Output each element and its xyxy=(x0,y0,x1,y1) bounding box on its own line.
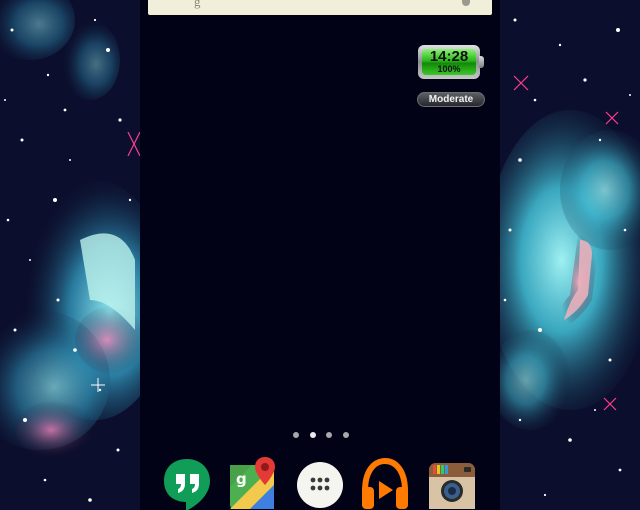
phone-home-screen: g 14:28 100% Moderate g xyxy=(140,0,500,510)
google-play-music-app-icon[interactable] xyxy=(360,457,410,510)
battery-clock-widget[interactable]: 14:28 100% xyxy=(418,45,484,79)
app-drawer-icon[interactable] xyxy=(295,457,345,510)
page-indicator xyxy=(293,432,349,438)
nebula-wallpaper-left-art xyxy=(0,0,140,510)
widget-time: 14:28 xyxy=(429,48,469,65)
page-indicator-dot[interactable] xyxy=(342,432,349,438)
nebula-wallpaper-right-art xyxy=(500,0,640,510)
hangouts-app-icon[interactable] xyxy=(162,457,212,510)
widget-battery-percent: 100% xyxy=(437,64,461,74)
moderate-mode-button[interactable]: Moderate xyxy=(417,92,485,107)
search-bar-partial-text: g xyxy=(194,0,201,9)
google-search-bar[interactable]: g xyxy=(148,0,492,15)
instagram-app-icon[interactable] xyxy=(427,457,477,510)
google-maps-app-icon[interactable]: g xyxy=(228,457,278,510)
svg-text:g: g xyxy=(236,470,247,488)
page-indicator-dot[interactable] xyxy=(293,432,299,438)
app-dock: g xyxy=(140,452,500,510)
wallpaper-right xyxy=(500,0,640,510)
page-indicator-dot[interactable] xyxy=(326,432,333,438)
page-indicator-dot[interactable] xyxy=(309,432,316,438)
wallpaper-left xyxy=(0,0,140,510)
mic-icon[interactable] xyxy=(462,0,470,6)
